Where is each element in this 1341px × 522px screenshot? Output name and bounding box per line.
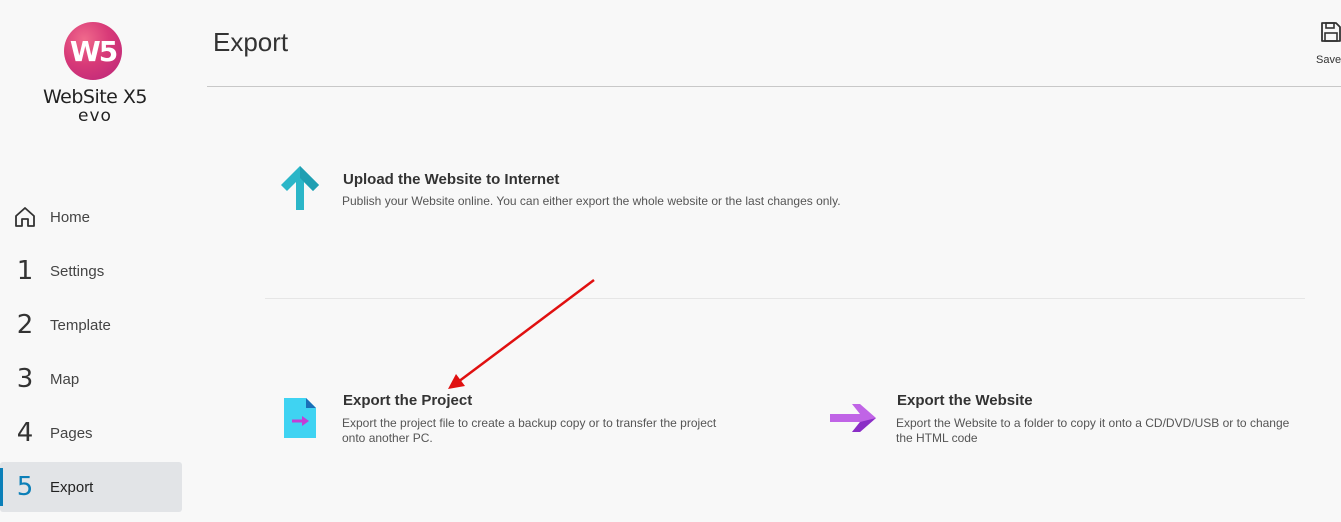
save-button[interactable]: Save (1312, 18, 1341, 68)
app-logo: W5 WebSite X5 evo (40, 20, 150, 130)
sidebar: W5 WebSite X5 evo Home 1 Settings 2 Temp… (0, 0, 190, 522)
sidebar-item-settings[interactable]: 1 Settings (0, 246, 182, 296)
home-icon (0, 205, 50, 229)
step-number: 3 (16, 364, 34, 394)
header-divider (207, 86, 1341, 87)
section-divider (265, 298, 1305, 299)
sidebar-item-label: Home (50, 208, 91, 226)
project-description-line1: Export the project file to create a back… (342, 416, 717, 430)
step-number: 5 (16, 472, 34, 502)
logo-badge-icon: W5 (64, 22, 122, 80)
website-title: Export the Website (897, 392, 1033, 409)
upload-arrow-icon (280, 165, 320, 216)
logo-edition: evo (78, 106, 112, 126)
page-title: Export (213, 27, 289, 57)
upload-title: Upload the Website to Internet (343, 171, 560, 188)
export-project-option[interactable]: Export the Project Export the project fi… (280, 390, 740, 450)
upload-description: Publish your Website online. You can eit… (342, 194, 841, 208)
app-window: W5 WebSite X5 evo Home 1 Settings 2 Temp… (0, 0, 1341, 522)
sidebar-item-label: Settings (50, 262, 105, 280)
project-title: Export the Project (343, 392, 473, 409)
website-description-line2: the HTML code (896, 431, 978, 445)
sidebar-item-export[interactable]: 5 Export (0, 462, 182, 512)
logo-name: WebSite X5 (42, 86, 148, 108)
sidebar-item-label: Pages (50, 424, 93, 442)
sidebar-item-label: Map (50, 370, 80, 388)
step-number: 2 (16, 310, 34, 340)
step-number: 4 (16, 418, 34, 448)
sidebar-item-map[interactable]: 3 Map (0, 354, 182, 404)
step-number: 1 (16, 256, 34, 286)
project-file-icon (284, 398, 316, 443)
sidebar-item-pages[interactable]: 4 Pages (0, 408, 182, 458)
save-label: Save (1316, 54, 1341, 66)
save-icon (1319, 20, 1341, 49)
upload-website-option[interactable]: Upload the Website to Internet Publish y… (280, 165, 880, 215)
project-description-line2: onto another PC. (342, 431, 433, 445)
sidebar-nav: Home 1 Settings 2 Template 3 Map 4 Pages… (0, 192, 190, 516)
export-arrow-icon (830, 400, 878, 441)
sidebar-item-label: Export (50, 478, 94, 496)
export-website-option[interactable]: Export the Website Export the Website to… (830, 390, 1300, 450)
sidebar-item-template[interactable]: 2 Template (0, 300, 182, 350)
sidebar-item-label: Template (50, 316, 111, 334)
sidebar-item-home[interactable]: Home (0, 192, 182, 242)
website-description-line1: Export the Website to a folder to copy i… (896, 416, 1290, 430)
